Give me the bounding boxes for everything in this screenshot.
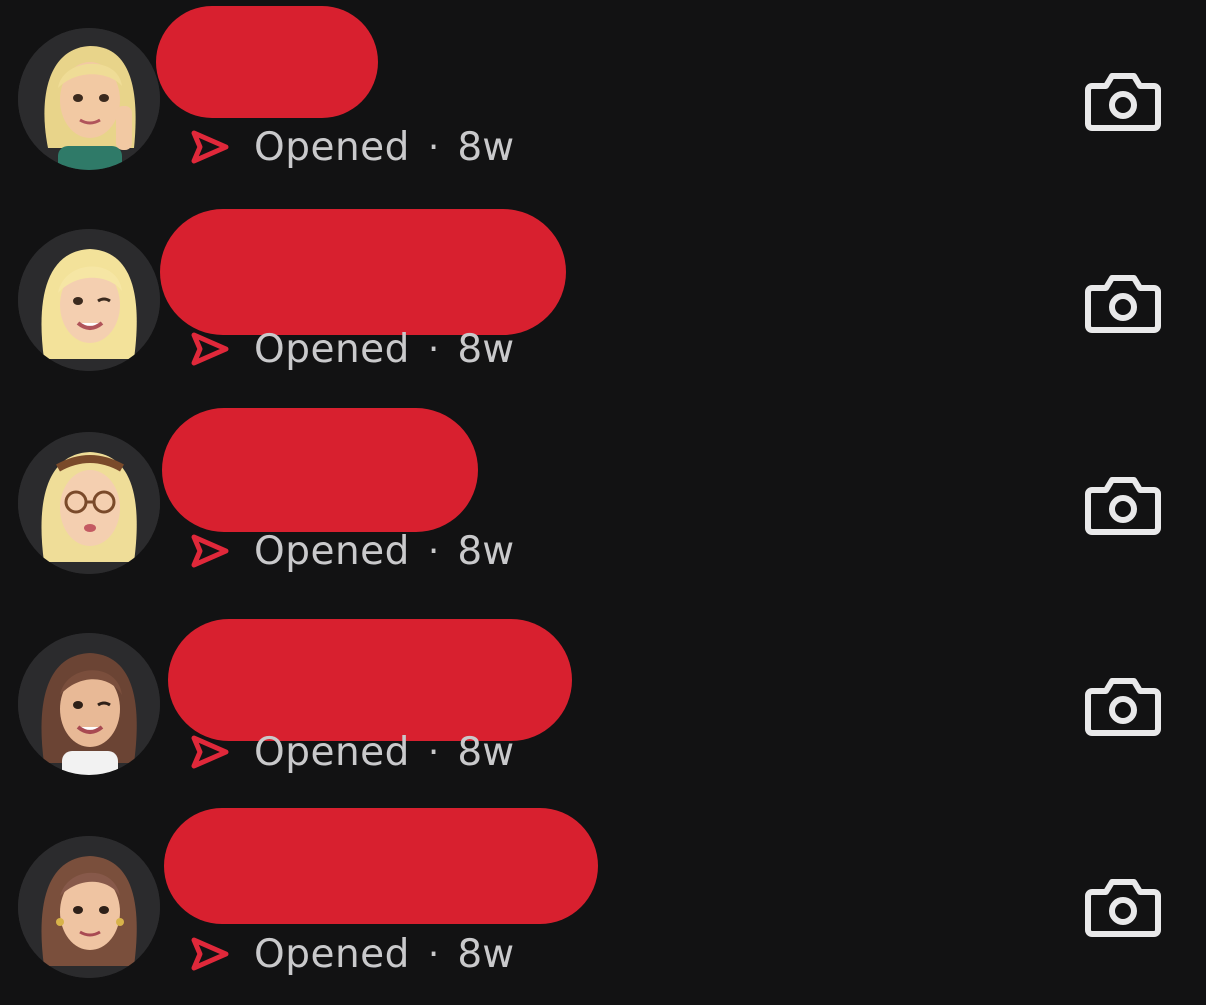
chat-status: Opened · 8w (188, 326, 514, 372)
separator-dot: · (427, 933, 440, 975)
bitmoji-avatar-icon (18, 229, 160, 371)
chat-status: Opened · 8w (188, 729, 514, 775)
separator-dot: · (427, 731, 440, 773)
camera-button[interactable] (1084, 272, 1162, 336)
time-ago: 8w (457, 326, 515, 372)
avatar[interactable] (18, 28, 160, 170)
status-label: Opened (254, 124, 410, 170)
chat-row[interactable]: Opened · 8w (0, 201, 1206, 402)
chat-row[interactable]: Opened · 8w (0, 402, 1206, 603)
bitmoji-avatar-icon (18, 28, 160, 170)
separator-dot: · (427, 126, 440, 168)
camera-icon (1085, 275, 1161, 333)
time-ago: 8w (457, 729, 515, 775)
redacted-name (156, 6, 378, 118)
chat-row[interactable]: Opened · 8w (0, 0, 1206, 201)
camera-icon (1085, 477, 1161, 535)
avatar[interactable] (18, 633, 160, 775)
chat-status: Opened · 8w (188, 931, 514, 977)
camera-button[interactable] (1084, 876, 1162, 940)
bitmoji-avatar-icon (18, 836, 160, 978)
camera-button[interactable] (1084, 675, 1162, 739)
chat-status: Opened · 8w (188, 124, 514, 170)
avatar[interactable] (18, 229, 160, 371)
time-ago: 8w (457, 931, 515, 977)
time-ago: 8w (457, 528, 515, 574)
camera-button[interactable] (1084, 474, 1162, 538)
camera-icon (1085, 879, 1161, 937)
avatar[interactable] (18, 432, 160, 574)
sent-arrow-outline-icon (191, 937, 229, 971)
redacted-name (162, 408, 478, 532)
redacted-name (168, 619, 572, 741)
camera-icon (1085, 73, 1161, 131)
avatar[interactable] (18, 836, 160, 978)
chat-row[interactable]: Opened · 8w (0, 804, 1206, 1005)
separator-dot: · (427, 530, 440, 572)
status-label: Opened (254, 729, 410, 775)
chat-list: Opened · 8w Opened · 8w Opened · 8w Open… (0, 0, 1206, 1002)
status-label: Opened (254, 528, 410, 574)
sent-arrow-outline-icon (191, 332, 229, 366)
redacted-name (160, 209, 566, 335)
bitmoji-avatar-icon (18, 432, 160, 574)
time-ago: 8w (457, 124, 515, 170)
chat-row[interactable]: Opened · 8w (0, 603, 1206, 804)
redacted-name (164, 808, 598, 924)
camera-button[interactable] (1084, 70, 1162, 134)
sent-arrow-outline-icon (191, 735, 229, 769)
sent-arrow-outline-icon (191, 130, 229, 164)
chat-status: Opened · 8w (188, 528, 514, 574)
sent-arrow-outline-icon (191, 534, 229, 568)
status-label: Opened (254, 931, 410, 977)
bitmoji-avatar-icon (18, 633, 160, 775)
separator-dot: · (427, 328, 440, 370)
status-label: Opened (254, 326, 410, 372)
camera-icon (1085, 678, 1161, 736)
